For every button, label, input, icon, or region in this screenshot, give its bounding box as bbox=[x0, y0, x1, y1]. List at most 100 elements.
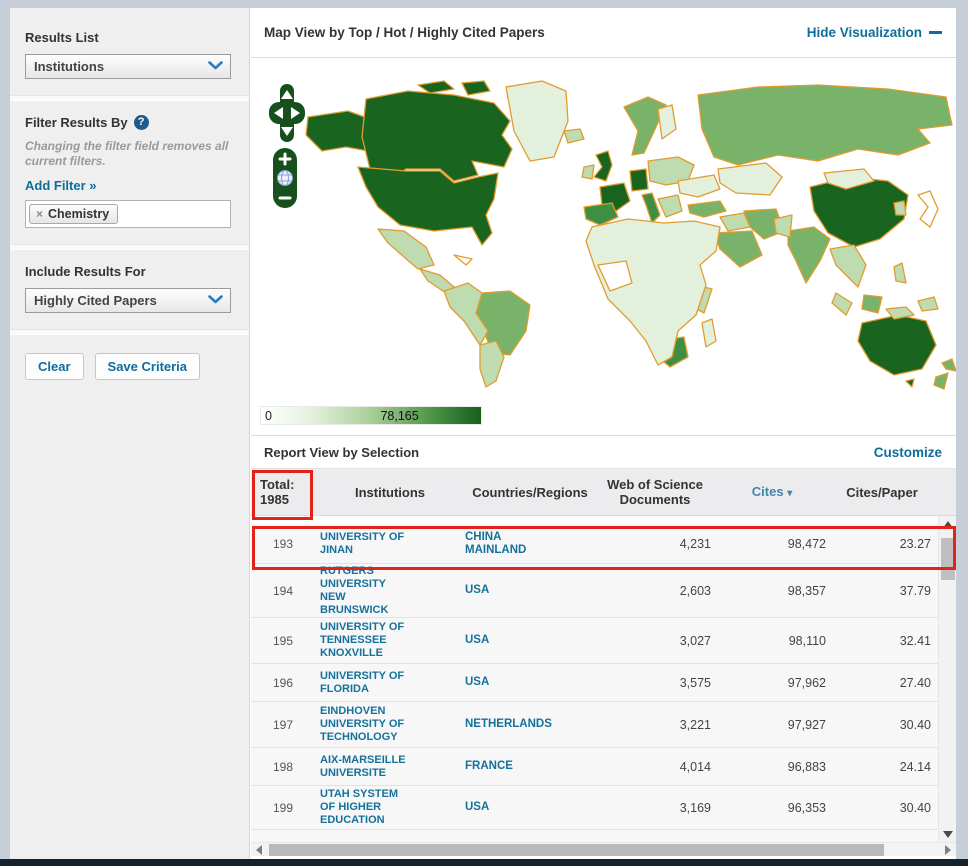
sort-arrow-icon: ▾ bbox=[787, 487, 793, 499]
region-iceland bbox=[563, 128, 585, 144]
filter-note: Changing the filter field removes all cu… bbox=[25, 139, 229, 168]
window-bottom-edge bbox=[0, 859, 968, 866]
region-uk bbox=[593, 150, 613, 182]
region-sumatra bbox=[831, 292, 853, 316]
region-saudi-arabia bbox=[713, 230, 763, 268]
filter-chip-chemistry[interactable]: × Chemistry bbox=[29, 204, 119, 224]
region-germany bbox=[629, 168, 649, 192]
country-link[interactable]: CHINA MAINLAND bbox=[465, 531, 557, 557]
cites-cell: 97,962 bbox=[787, 675, 826, 690]
table-body: 193 UNIVERSITY OF JINAN CHINA MAINLAND 4… bbox=[251, 516, 956, 842]
add-filter-link[interactable]: Add Filter » bbox=[25, 178, 97, 193]
scale-max-label: 78,165 bbox=[380, 409, 419, 423]
column-cites-sort[interactable]: Cites ▾ bbox=[715, 484, 829, 501]
clear-button[interactable]: Clear bbox=[25, 353, 84, 380]
horizontal-scrollbar[interactable] bbox=[251, 842, 956, 856]
column-institutions: Institutions bbox=[354, 484, 426, 500]
help-icon[interactable]: ? bbox=[133, 115, 149, 130]
country-link[interactable]: NETHERLANDS bbox=[465, 718, 557, 731]
map-pan-control[interactable] bbox=[268, 84, 308, 149]
table-row: 199 UTAH SYSTEM OF HIGHER EDUCATION USA … bbox=[251, 786, 938, 830]
region-philippines bbox=[893, 262, 907, 284]
cites-cell: 98,472 bbox=[787, 536, 826, 551]
map-zoom-control[interactable] bbox=[272, 147, 298, 214]
app-window: Results List Institutions Filter Results… bbox=[10, 8, 956, 859]
horizontal-scroll-thumb[interactable] bbox=[269, 844, 884, 856]
institution-link[interactable]: UNIVERSITY OF TENNESSEE KNOXVILLE bbox=[320, 621, 414, 660]
table-row: 193 UNIVERSITY OF JINAN CHINA MAINLAND 4… bbox=[251, 524, 938, 564]
institution-link[interactable]: UNIVERSITY OF FLORIDA bbox=[320, 670, 414, 696]
region-usa bbox=[357, 166, 499, 246]
table-row: UNIVERSITAT bbox=[251, 830, 938, 842]
cites-per-paper-cell: 23.27 bbox=[899, 536, 931, 551]
region-malaysia bbox=[861, 294, 883, 314]
institution-link[interactable]: AIX-MARSEILLE UNIVERSITE bbox=[320, 754, 414, 780]
cites-per-paper-cell: 27.40 bbox=[899, 675, 931, 690]
documents-cell: 3,169 bbox=[679, 800, 711, 815]
region-madagascar bbox=[701, 318, 717, 348]
vertical-scrollbar[interactable] bbox=[938, 516, 956, 842]
minus-icon bbox=[929, 31, 942, 34]
scroll-down-button[interactable] bbox=[939, 826, 956, 842]
region-finland bbox=[657, 104, 677, 140]
institution-link[interactable]: EINDHOVEN UNIVERSITY OF TECHNOLOGY bbox=[320, 705, 414, 744]
map-visualization: 0 78,165 bbox=[251, 58, 956, 436]
table-row: 198 AIX-MARSEILLE UNIVERSITE FRANCE 4,01… bbox=[251, 748, 938, 786]
scroll-up-icon bbox=[943, 520, 953, 528]
scale-min-label: 0 bbox=[265, 409, 272, 423]
country-link[interactable]: FRANCE bbox=[465, 760, 557, 773]
save-criteria-button[interactable]: Save Criteria bbox=[94, 353, 201, 380]
region-turkey bbox=[687, 200, 727, 218]
institution-link[interactable]: RUTGERS UNIVERSITY NEW BRUNSWICK bbox=[320, 565, 398, 617]
map-view-title: Map View by Top / Hot / Highly Cited Pap… bbox=[264, 25, 545, 40]
filter-chip-label: Chemistry bbox=[48, 207, 110, 221]
documents-cell: 2,603 bbox=[679, 583, 711, 598]
column-cites-per-paper: Cites/Paper bbox=[846, 484, 918, 500]
sidebar: Results List Institutions Filter Results… bbox=[10, 8, 250, 859]
institution-link[interactable]: UTAH SYSTEM OF HIGHER EDUCATION bbox=[320, 788, 400, 827]
rank-cell: 193 bbox=[272, 536, 294, 551]
table-row: 196 UNIVERSITY OF FLORIDA USA 3,575 97,9… bbox=[251, 664, 938, 702]
table-rows: 193 UNIVERSITY OF JINAN CHINA MAINLAND 4… bbox=[251, 516, 938, 842]
table-header: Total: 1985 Institutions Countries/Regio… bbox=[251, 468, 956, 516]
region-cuba bbox=[453, 254, 473, 266]
scroll-up-button[interactable] bbox=[939, 516, 956, 532]
country-link[interactable]: USA bbox=[465, 634, 557, 647]
country-link[interactable]: USA bbox=[465, 676, 557, 689]
table-row: 195 UNIVERSITY OF TENNESSEE KNOXVILLE US… bbox=[251, 618, 938, 664]
report-view-header: Report View by Selection Customize bbox=[251, 436, 956, 468]
hide-visualization-link[interactable]: Hide Visualization bbox=[807, 25, 942, 40]
customize-link[interactable]: Customize bbox=[874, 445, 942, 460]
chevron-down-icon bbox=[207, 292, 224, 310]
report-view-title: Report View by Selection bbox=[264, 444, 420, 460]
region-russia bbox=[697, 84, 953, 166]
region-italy bbox=[641, 192, 661, 224]
results-list-value: Institutions bbox=[34, 59, 105, 74]
rank-cell: 194 bbox=[272, 583, 294, 598]
scroll-left-icon bbox=[256, 845, 262, 855]
table-row: 197 EINDHOVEN UNIVERSITY OF TECHNOLOGY N… bbox=[251, 702, 938, 748]
region-alaska bbox=[305, 110, 371, 152]
region-south-korea bbox=[893, 200, 907, 216]
cites-per-paper-cell: 30.40 bbox=[899, 717, 931, 732]
scroll-left-button[interactable] bbox=[251, 843, 267, 857]
results-list-dropdown[interactable]: Institutions bbox=[25, 54, 231, 79]
documents-cell: 4,014 bbox=[679, 759, 711, 774]
vertical-scroll-thumb[interactable] bbox=[941, 538, 955, 580]
include-results-label: Include Results For bbox=[25, 264, 146, 279]
region-arctic-island bbox=[417, 80, 455, 94]
filter-results-label: Filter Results By bbox=[25, 115, 128, 130]
region-balkans bbox=[657, 194, 683, 218]
include-results-dropdown[interactable]: Highly Cited Papers bbox=[25, 288, 231, 313]
country-link[interactable]: USA bbox=[465, 801, 557, 814]
country-link[interactable]: USA bbox=[465, 584, 557, 597]
active-filters-box: × Chemistry bbox=[25, 200, 231, 228]
documents-cell: 3,221 bbox=[679, 717, 711, 732]
cites-per-paper-cell: 32.41 bbox=[899, 633, 931, 648]
institution-link[interactable]: UNIVERSITY OF JINAN bbox=[320, 531, 414, 557]
map-color-scale: 0 78,165 bbox=[260, 406, 482, 425]
scroll-right-button[interactable] bbox=[940, 843, 956, 857]
region-new-zealand bbox=[941, 358, 956, 372]
world-map[interactable] bbox=[258, 69, 956, 404]
remove-filter-icon[interactable]: × bbox=[36, 207, 43, 221]
